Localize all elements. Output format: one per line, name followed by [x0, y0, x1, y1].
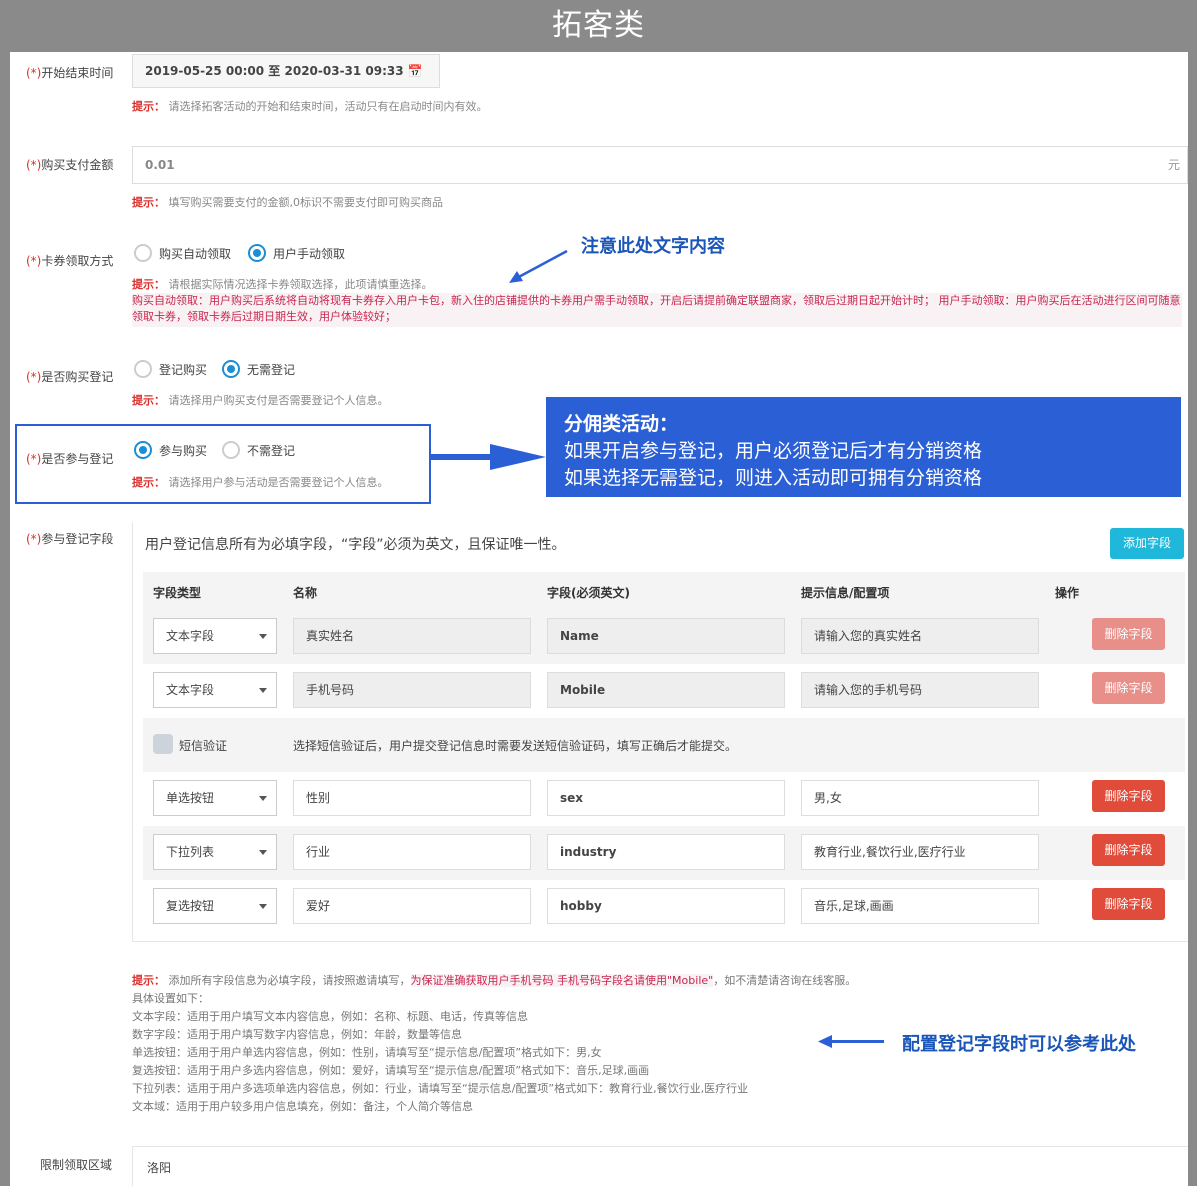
- amount-input[interactable]: 0.01: [132, 146, 1188, 184]
- notes-line: 数字字段：适用于用户填写数字内容信息，例如：年龄，数量等信息: [132, 1028, 462, 1041]
- field-type-select[interactable]: 单选按钮: [153, 780, 277, 816]
- table-header: 字段类型 名称 字段(必须英文) 提示信息/配置项 操作: [143, 572, 1185, 610]
- field-type-select[interactable]: 复选按钮: [153, 888, 277, 924]
- config-notice-callout: 配置登记字段时可以参考此处: [902, 1034, 1136, 1055]
- arrow-right-icon: [430, 444, 546, 470]
- notes-line: 文本域：适用于用户较多用户信息填充，例如：备注，个人简介等信息: [132, 1100, 473, 1113]
- amount-unit: 元: [1168, 158, 1181, 172]
- delete-field-button[interactable]: 删除字段: [1092, 618, 1165, 650]
- region-label: 限制领取区域: [40, 1158, 113, 1172]
- reg-fields-intro: 用户登记信息所有为必填字段，“字段”必须为英文，且保证唯一性。: [145, 537, 566, 553]
- arrow-icon: [509, 249, 568, 283]
- field-name-input[interactable]: 行业: [293, 834, 531, 870]
- table-row: 文本字段 真实姓名 Name 请输入您的真实姓名 删除字段: [143, 610, 1185, 664]
- delete-field-button[interactable]: 删除字段: [1092, 672, 1165, 704]
- date-range-input[interactable]: 2019-05-25 00:00 至 2020-03-31 09:33 📅: [132, 54, 440, 88]
- delete-field-button[interactable]: 删除字段: [1092, 888, 1165, 920]
- callout-box-line2: 如果选择无需登记，则进入活动即可拥有分销资格: [564, 467, 983, 489]
- page-banner-title: 拓客类: [552, 8, 645, 43]
- radio-join-no-register[interactable]: 不需登记: [222, 441, 295, 459]
- sms-description: 选择短信验证后，用户提交登记信息时需要发送短信验证码，填写正确后才能提交。: [293, 739, 738, 753]
- field-name-input[interactable]: 爱好: [293, 888, 531, 924]
- reg-fields-label: (*)参与登记字段: [26, 532, 114, 546]
- notes-line: 单选按钮：适用于用户单选内容信息，例如：性别，请填写至“提示信息/配置项”格式如…: [132, 1046, 602, 1059]
- card-warning: 购买自动领取：用户购买后系统将自动将现有卡券存入用户卡包，新入住的店铺提供的卡券…: [132, 293, 1182, 327]
- field-hint-input[interactable]: 请输入您的真实姓名: [801, 618, 1039, 654]
- card-label: (*)卡券领取方式: [26, 254, 114, 268]
- field-hint-input[interactable]: 音乐,足球,画画: [801, 888, 1039, 924]
- header-type: 字段类型: [153, 586, 202, 600]
- buy-register-label: (*)是否购买登记: [26, 370, 114, 384]
- notes-line: 下拉列表：适用于用户多选项单选内容信息，例如：行业，请填写至“提示信息/配置项”…: [132, 1082, 749, 1095]
- calendar-icon: 📅: [407, 64, 423, 78]
- commission-callout-box: 分佣类活动： 如果开启参与登记，用户必须登记后才有分销资格 如果选择无需登记，则…: [546, 397, 1181, 497]
- table-row: 下拉列表 行业 industry 教育行业,餐饮行业,医疗行业 删除字段: [143, 826, 1185, 880]
- notes-line: 复选按钮：适用于用户多选内容信息，例如：爱好，请填写至“提示信息/配置项”格式如…: [132, 1064, 650, 1077]
- field-key-input[interactable]: industry: [547, 834, 785, 870]
- callout-box-line1: 如果开启参与登记，用户必须登记后才有分销资格: [564, 440, 983, 462]
- amount-label: (*)购买支付金额: [26, 158, 114, 172]
- radio-no-register[interactable]: 无需登记: [222, 360, 295, 378]
- table-row: 单选按钮 性别 sex 男,女 删除字段: [143, 772, 1185, 826]
- field-name-input[interactable]: 性别: [293, 780, 531, 816]
- radio-auto-claim[interactable]: 购买自动领取: [134, 244, 231, 262]
- field-type-select[interactable]: 下拉列表: [153, 834, 277, 870]
- field-key-input[interactable]: hobby: [547, 888, 785, 924]
- time-tip: 提示： 请选择拓客活动的开始和结束时间，活动只有在启动时间内有效。: [132, 100, 488, 113]
- radio-manual-claim[interactable]: 用户手动领取: [248, 244, 345, 262]
- buy-register-tip: 提示： 请选择用户购买支付是否需要登记个人信息。: [132, 394, 389, 407]
- field-key-input[interactable]: sex: [547, 780, 785, 816]
- time-label: (*)开始结束时间: [26, 66, 114, 80]
- field-key-input[interactable]: Mobile: [547, 672, 785, 708]
- notes-line: 提示： 添加所有字段信息为必填字段，请按照邀请填写，为保证准确获取用户手机号码 …: [132, 974, 857, 987]
- join-register-label: (*)是否参与登记: [26, 452, 114, 466]
- field-name-input[interactable]: 真实姓名: [293, 618, 531, 654]
- notes-line: 文本字段：适用于用户填写文本内容信息，例如：名称、标题、电话，传真等信息: [132, 1010, 528, 1023]
- radio-join-buy[interactable]: 参与购买: [134, 441, 207, 459]
- radio-circle-checked: [248, 244, 266, 262]
- join-register-tip: 提示： 请选择用户参与活动是否需要登记个人信息。: [132, 476, 389, 489]
- form-panel: (*)开始结束时间 2019-05-25 00:00 至 2020-03-31 …: [10, 52, 1188, 1186]
- field-type-select[interactable]: 文本字段: [153, 618, 277, 654]
- radio-circle: [134, 360, 152, 378]
- radio-register-buy[interactable]: 登记购买: [134, 360, 207, 378]
- field-type-select[interactable]: 文本字段: [153, 672, 277, 708]
- header-field: 字段(必须英文): [547, 586, 630, 600]
- header-name: 名称: [293, 586, 318, 600]
- header-action: 操作: [1055, 586, 1080, 600]
- field-name-input[interactable]: 手机号码: [293, 672, 531, 708]
- region-value: 洛阳: [147, 1161, 172, 1175]
- radio-circle-checked: [134, 441, 152, 459]
- field-key-input[interactable]: Name: [547, 618, 785, 654]
- region-field[interactable]: 洛阳: [132, 1146, 1188, 1186]
- sms-row: 短信验证 选择短信验证后，用户提交登记信息时需要发送短信验证码，填写正确后才能提…: [143, 718, 1185, 772]
- sms-checkbox[interactable]: [153, 734, 173, 754]
- sms-label: 短信验证: [179, 739, 228, 753]
- field-hint-input[interactable]: 男,女: [801, 780, 1039, 816]
- delete-field-button[interactable]: 删除字段: [1092, 780, 1165, 812]
- card-tip: 提示： 请根据实际情况选择卡券领取选择，此项请慎重选择。: [132, 278, 433, 291]
- reg-fields-panel: 用户登记信息所有为必填字段，“字段”必须为英文，且保证唯一性。 添加字段 字段类…: [132, 522, 1188, 942]
- required-mark: (*): [26, 66, 42, 80]
- notes-line: 具体设置如下：: [132, 992, 209, 1005]
- delete-field-button[interactable]: 删除字段: [1092, 834, 1165, 866]
- table-row: 文本字段 手机号码 Mobile 请输入您的手机号码 删除字段: [143, 664, 1185, 718]
- add-field-button[interactable]: 添加字段: [1110, 528, 1184, 559]
- field-hint-input[interactable]: 教育行业,餐饮行业,医疗行业: [801, 834, 1039, 870]
- radio-circle-checked: [222, 360, 240, 378]
- amount-tip: 提示： 填写购买需要支付的金额,0标识不需要支付即可购买商品: [132, 196, 443, 209]
- radio-circle: [222, 441, 240, 459]
- field-config-notes: 提示： 添加所有字段信息为必填字段，请按照邀请填写，为保证准确获取用户手机号码 …: [132, 972, 856, 1116]
- table-row: 复选按钮 爱好 hobby 音乐,足球,画画 删除字段: [143, 880, 1185, 934]
- radio-circle: [134, 244, 152, 262]
- text-notice-callout: 注意此处文字内容: [581, 236, 725, 257]
- header-hint: 提示信息/配置项: [801, 586, 890, 600]
- callout-box-title: 分佣类活动：: [564, 413, 679, 435]
- arrow-left-icon: [818, 1035, 884, 1048]
- field-hint-input[interactable]: 请输入您的手机号码: [801, 672, 1039, 708]
